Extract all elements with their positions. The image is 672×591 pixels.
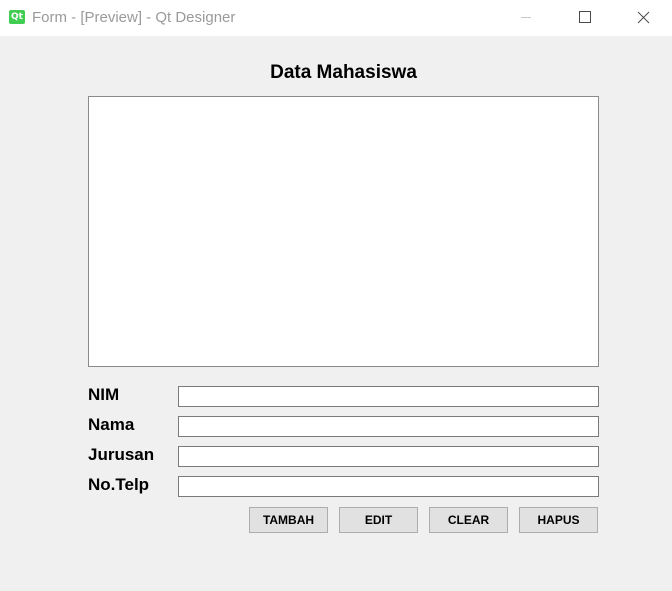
clear-button[interactable]: CLEAR bbox=[429, 507, 508, 533]
hapus-button[interactable]: HAPUS bbox=[519, 507, 598, 533]
no-telp-label: No.Telp bbox=[88, 475, 150, 494]
form-title: Data Mahasiswa bbox=[270, 62, 417, 83]
nim-label: NIM bbox=[88, 385, 120, 404]
nama-field[interactable] bbox=[178, 416, 599, 437]
window-title: Form - [Preview] - Qt Designer bbox=[32, 9, 236, 26]
jurusan-label: Jurusan bbox=[88, 445, 155, 464]
no-telp-field[interactable] bbox=[178, 476, 599, 497]
edit-button[interactable]: EDIT bbox=[339, 507, 418, 533]
nim-field[interactable] bbox=[178, 386, 599, 407]
data-table[interactable] bbox=[88, 96, 599, 367]
close-icon bbox=[637, 11, 650, 24]
close-button[interactable] bbox=[614, 0, 672, 36]
maximize-icon bbox=[579, 11, 591, 23]
minimize-button[interactable] bbox=[497, 0, 555, 36]
tambah-button[interactable]: TAMBAH bbox=[249, 507, 328, 533]
nama-label: Nama bbox=[88, 415, 135, 434]
qt-designer-icon: Qt bbox=[9, 10, 25, 24]
qt-designer-preview-window: Qt Form - [Preview] - Qt Designer Data M… bbox=[0, 0, 672, 591]
jurusan-field[interactable] bbox=[178, 446, 599, 467]
title-bar[interactable]: Qt Form - [Preview] - Qt Designer bbox=[0, 0, 672, 36]
minimize-icon bbox=[521, 17, 531, 18]
maximize-button[interactable] bbox=[555, 0, 613, 36]
